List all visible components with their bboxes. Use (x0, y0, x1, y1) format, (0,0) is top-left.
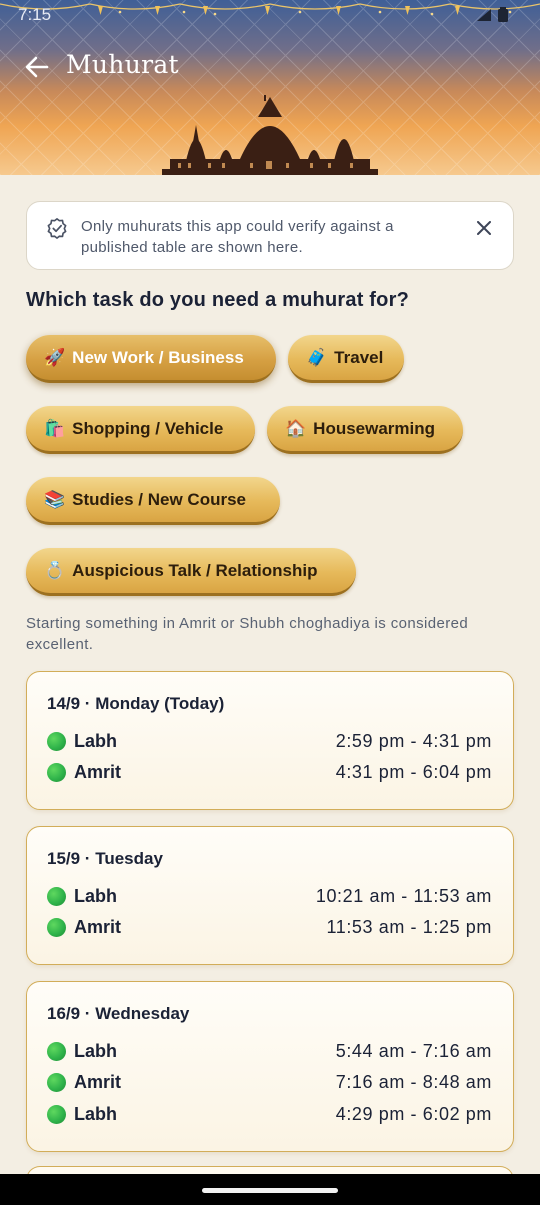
temple-silhouette-icon (162, 95, 378, 175)
day-heading: 15/9 · Tuesday (47, 849, 163, 868)
slot-row: Amrit 4:31 pm - 6:04 pm (47, 760, 492, 784)
verified-badge-icon (47, 218, 67, 239)
task-chip-label: Shopping / Vehicle (72, 418, 224, 438)
slot-time: 10:21 am - 11:53 am (315, 885, 492, 906)
task-chip-studies[interactable]: 📚 Studies / New Course (26, 477, 280, 525)
slot-name: Amrit (74, 761, 122, 782)
slot-name: Labh (74, 885, 117, 906)
slot-name: Labh (74, 1103, 117, 1124)
bunting-decoration (0, 3, 540, 16)
status-dot-icon (47, 731, 66, 751)
task-chip-label: Housewarming (313, 418, 436, 438)
luggage-icon: 🧳 (306, 347, 328, 368)
ring-icon: 💍 (44, 560, 66, 581)
slot-row: Labh 5:44 am - 7:16 am (47, 1039, 492, 1063)
task-chip-label: New Work / Business (72, 347, 244, 367)
books-icon: 📚 (44, 489, 66, 510)
slot-name: Amrit (74, 916, 122, 937)
slot-time: 5:44 am - 7:16 am (335, 1040, 492, 1061)
close-icon (477, 221, 491, 235)
notice-text: Only muhurats this app could verify agai… (81, 218, 394, 256)
task-chip-label: Auspicious Talk / Relationship (72, 560, 318, 580)
task-question: Which task do you need a muhurat for? (26, 289, 409, 311)
slot-name: Labh (74, 1040, 117, 1061)
day-card-tuesday: 15/9 · Tuesday Labh 10:21 am - 11:53 am … (26, 826, 514, 965)
task-chip-label: Studies / New Course (72, 489, 246, 509)
status-dot-icon (47, 1041, 66, 1061)
status-dot-icon (47, 1104, 66, 1124)
task-chip-shopping[interactable]: 🛍️ Shopping / Vehicle (26, 406, 255, 454)
slot-row: Labh 4:29 pm - 6:02 pm (47, 1102, 492, 1126)
app-header: 7:15 Muhurat (0, 0, 540, 175)
home-gesture-handle[interactable] (202, 1188, 338, 1193)
status-dot-icon (47, 1072, 66, 1092)
task-chip-label: Travel (334, 347, 384, 367)
day-heading: 16/9 · Wednesday (47, 1004, 190, 1023)
status-icons (476, 7, 508, 22)
battery-icon (498, 7, 508, 22)
choghadiya-hint: Starting something in Amrit or Shubh cho… (26, 615, 469, 653)
status-dot-icon (47, 762, 66, 782)
day-card-monday: 14/9 · Monday (Today) Labh 2:59 pm - 4:3… (26, 671, 514, 810)
slot-row: Amrit 7:16 am - 8:48 am (47, 1070, 492, 1094)
slot-time: 4:29 pm - 6:02 pm (335, 1103, 492, 1124)
rocket-icon: 🚀 (44, 347, 66, 368)
task-chip-new-work[interactable]: 🚀 New Work / Business (26, 335, 276, 383)
slot-time: 11:53 am - 1:25 pm (326, 916, 492, 937)
shopping-bags-icon: 🛍️ (44, 418, 66, 439)
slot-time: 4:31 pm - 6:04 pm (335, 761, 492, 782)
status-dot-icon (47, 886, 66, 906)
page-title: Muhurat (66, 50, 179, 79)
signal-icon (477, 8, 491, 21)
day-card-wednesday: 16/9 · Wednesday Labh 5:44 am - 7:16 am … (26, 981, 514, 1152)
status-time: 7:15 (18, 5, 52, 24)
house-icon: 🏠 (285, 418, 307, 439)
task-chip-travel[interactable]: 🧳 Travel (288, 335, 404, 383)
task-chip-housewarming[interactable]: 🏠 Housewarming (267, 406, 463, 454)
system-nav-bar (0, 1174, 540, 1205)
slot-row: Amrit 11:53 am - 1:25 pm (47, 915, 492, 939)
slot-row: Labh 10:21 am - 11:53 am (47, 884, 492, 908)
slot-row: Labh 2:59 pm - 4:31 pm (47, 729, 492, 753)
status-dot-icon (47, 917, 66, 937)
slot-name: Amrit (74, 1071, 122, 1092)
task-chip-relationship[interactable]: 💍 Auspicious Talk / Relationship (26, 548, 356, 596)
slot-time: 7:16 am - 8:48 am (335, 1071, 492, 1092)
arrow-left-icon (25, 56, 49, 78)
verification-notice: Only muhurats this app could verify agai… (26, 201, 514, 270)
slot-time: 2:59 pm - 4:31 pm (335, 730, 492, 751)
slot-name: Labh (74, 730, 117, 751)
day-heading: 14/9 · Monday (Today) (47, 694, 225, 713)
dismiss-notice-button[interactable] (473, 217, 495, 239)
back-button[interactable] (22, 52, 52, 82)
